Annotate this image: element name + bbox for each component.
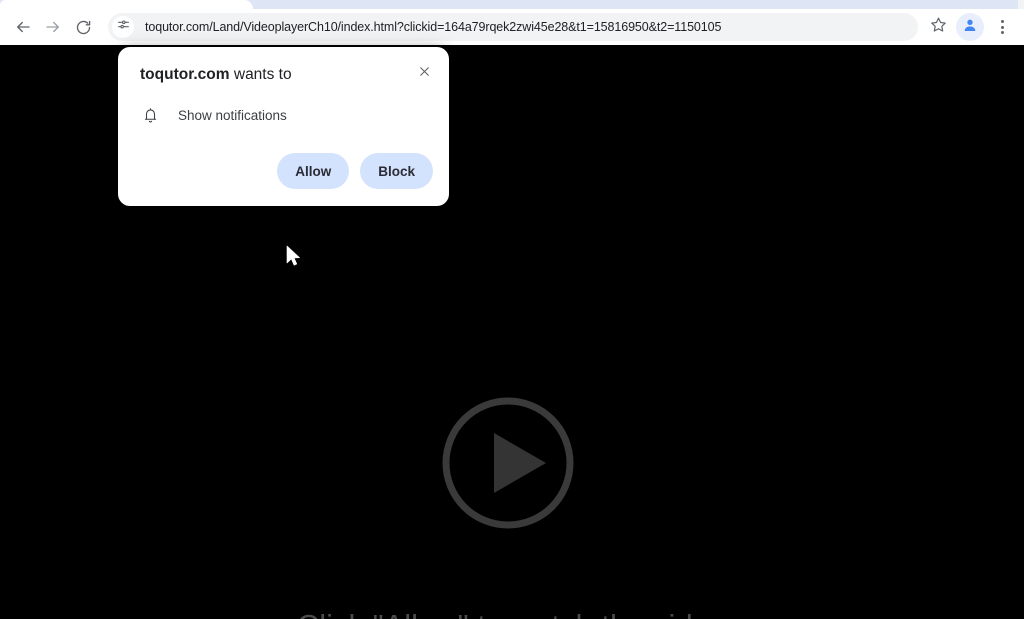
star-icon xyxy=(930,16,947,38)
allow-button[interactable]: Allow xyxy=(277,153,350,189)
site-settings-button[interactable] xyxy=(112,16,134,38)
play-circle-icon xyxy=(438,397,578,537)
three-dot-menu-icon xyxy=(1000,20,1004,34)
browser-toolbar: toqutor.com/Land/VideoplayerCh10/index.h… xyxy=(0,9,1024,45)
permission-dialog-title: toqutor.com wants to xyxy=(140,66,292,84)
url-text[interactable]: toqutor.com/Land/VideoplayerCh10/index.h… xyxy=(145,20,721,34)
profile-avatar-icon xyxy=(962,17,978,38)
bookmark-button[interactable] xyxy=(924,13,952,41)
forward-arrow-icon xyxy=(44,18,62,36)
tab-strip-right-edge xyxy=(1018,0,1024,9)
browser-menu-button[interactable] xyxy=(990,13,1014,41)
permission-actions: Allow Block xyxy=(277,153,433,189)
permission-request-label: Show notifications xyxy=(178,107,287,123)
profile-button[interactable] xyxy=(956,13,984,41)
forward-button[interactable] xyxy=(38,12,68,42)
back-arrow-icon xyxy=(14,18,32,36)
tab-strip xyxy=(0,0,1024,9)
reload-icon xyxy=(75,19,92,36)
close-button[interactable] xyxy=(413,63,435,85)
permission-title-suffix: wants to xyxy=(229,66,292,83)
video-caption: Click "Allow" to watch the video xyxy=(0,608,1024,619)
active-tab[interactable] xyxy=(0,0,253,9)
permission-request-row: Show notifications xyxy=(140,105,287,125)
play-button[interactable] xyxy=(438,393,578,533)
bell-icon xyxy=(140,105,160,125)
block-button[interactable]: Block xyxy=(360,153,433,189)
back-button[interactable] xyxy=(8,12,38,42)
reload-button[interactable] xyxy=(68,12,98,42)
close-icon xyxy=(418,65,431,83)
site-settings-tune-icon xyxy=(117,18,130,36)
address-bar[interactable]: toqutor.com/Land/VideoplayerCh10/index.h… xyxy=(108,13,918,41)
browser-window: toqutor.com/Land/VideoplayerCh10/index.h… xyxy=(0,0,1024,619)
permission-origin: toqutor.com xyxy=(140,66,230,83)
notification-permission-dialog: toqutor.com wants to Show notifications xyxy=(118,47,449,206)
